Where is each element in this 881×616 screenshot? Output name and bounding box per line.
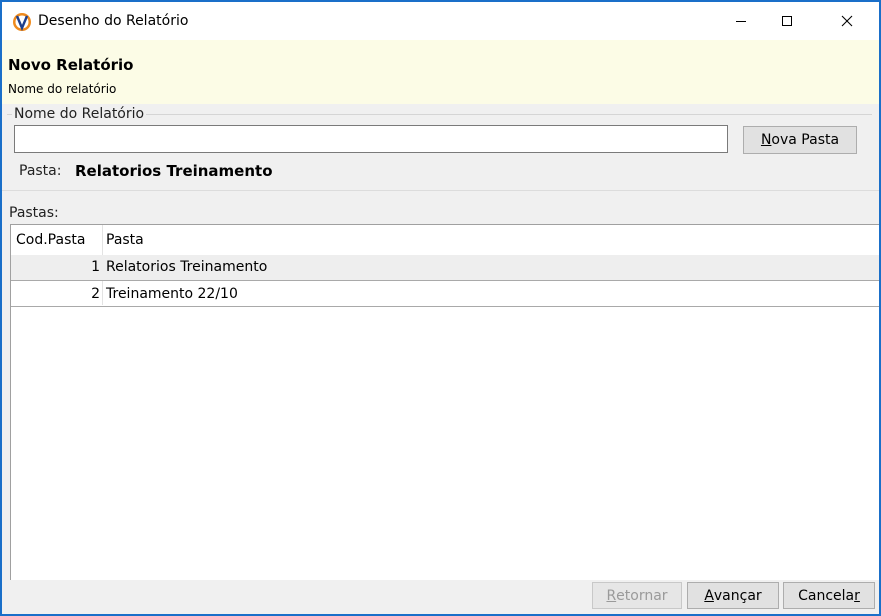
dialog-window: Desenho do Relatório Novo Relatório Nome… <box>0 0 881 616</box>
selected-folder-value: Relatorios Treinamento <box>75 162 273 180</box>
cell-pasta: Relatorios Treinamento <box>106 259 268 275</box>
folders-list-label: Pastas: <box>9 205 59 221</box>
table-row[interactable]: 1 Relatorios Treinamento <box>11 255 879 280</box>
cell-cod: 2 <box>91 286 100 302</box>
title-bar: Desenho do Relatório <box>2 2 879 40</box>
folder-label: Pasta: <box>19 163 62 179</box>
minimize-icon <box>736 21 746 22</box>
row-divider <box>11 306 879 307</box>
cell-pasta: Treinamento 22/10 <box>106 286 238 302</box>
wizard-header: Novo Relatório Nome do relatório <box>2 40 879 104</box>
maximize-icon <box>782 16 792 26</box>
report-name-group-label: Nome do Relatório <box>12 106 147 122</box>
next-button[interactable]: Avançar <box>687 582 779 609</box>
column-header-pasta[interactable]: Pasta <box>106 227 144 253</box>
new-folder-button[interactable]: Nova Pasta <box>743 126 857 154</box>
next-mnemonic: A <box>704 587 714 604</box>
cell-cod: 1 <box>91 259 100 275</box>
wizard-title: Novo Relatório <box>8 56 134 74</box>
column-header-cod[interactable]: Cod.Pasta <box>16 227 85 253</box>
folders-table[interactable]: Cod.Pasta Pasta 1 Relatorios Treinamento… <box>10 224 879 582</box>
table-row[interactable]: 2 Treinamento 22/10 <box>11 281 879 306</box>
close-icon <box>841 15 853 27</box>
app-logo-icon <box>13 13 31 32</box>
back-button[interactable]: Retornar <box>592 582 682 609</box>
back-label: etornar <box>616 587 668 604</box>
window-title: Desenho do Relatório <box>38 13 189 29</box>
minimize-button[interactable] <box>718 2 764 40</box>
new-folder-label: ova Pasta <box>771 132 840 148</box>
next-label: vançar <box>713 587 762 604</box>
wizard-subtitle: Nome do relatório <box>8 82 117 96</box>
back-mnemonic: R <box>606 587 617 604</box>
cancel-button[interactable]: Cancela r <box>783 582 875 609</box>
section-divider <box>2 190 879 191</box>
cancel-mnemonic: r <box>854 587 860 604</box>
new-folder-mnemonic: N <box>760 132 772 148</box>
close-button[interactable] <box>824 2 870 40</box>
report-name-input[interactable] <box>14 125 728 153</box>
cancel-label: Cancela <box>798 587 855 604</box>
maximize-button[interactable] <box>764 2 810 40</box>
